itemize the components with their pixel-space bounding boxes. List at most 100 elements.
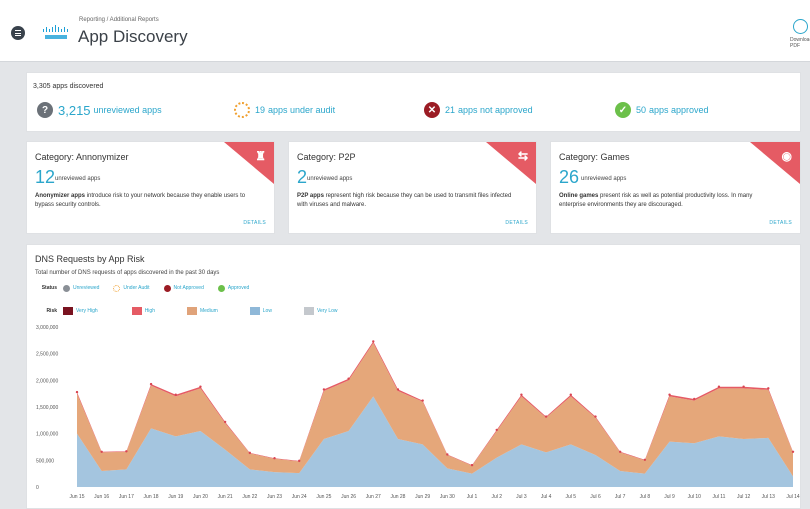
card-description: Anonymizer apps introduce risk to your n… [35, 192, 250, 210]
data-point[interactable] [569, 393, 572, 396]
data-point[interactable] [643, 458, 647, 461]
card-count-label: unreviewed apps [307, 176, 353, 182]
data-point[interactable] [668, 393, 671, 396]
app-header: Reporting / Additional Reports App Disco… [0, 0, 810, 62]
y-tick-label: 2,500,000 [36, 352, 58, 358]
y-tick-label: 3,000,000 [36, 325, 58, 331]
data-point[interactable] [791, 450, 795, 453]
card-title: Category: P2P [297, 152, 356, 162]
data-point[interactable] [322, 388, 326, 391]
card-count-label: unreviewed apps [55, 176, 101, 182]
card-description: P2P apps represent high risk because the… [297, 192, 512, 210]
stat-under-audit[interactable]: 19 apps under audit [234, 101, 335, 119]
x-tick-label: Jul 13 [762, 494, 776, 500]
card-count: 2 [297, 167, 308, 187]
card-desc-bold: Anonymizer apps [35, 193, 86, 199]
data-point[interactable] [421, 399, 424, 402]
x-tick-label: Jul 1 [467, 494, 478, 500]
data-point[interactable] [100, 450, 103, 453]
breadcrumb[interactable]: Reporting / Additional Reports [79, 17, 159, 23]
download-icon [793, 19, 808, 34]
x-tick-label: Jun 18 [144, 494, 159, 500]
category-card-anonymizer: ♜ Category: Annonymizer 12 unreviewed ap… [26, 141, 275, 234]
card-desc-text: represent high risk because they can be … [297, 193, 512, 208]
data-point[interactable] [223, 420, 227, 424]
x-tick-label: Jun 30 [440, 494, 455, 500]
approved-icon: ✓ [615, 102, 631, 118]
y-tick-label: 1,500,000 [36, 405, 58, 411]
details-link[interactable]: DETAILS [769, 220, 792, 226]
x-tick-label: Jul 12 [737, 494, 751, 500]
stat-count: 50 [636, 105, 647, 115]
x-tick-label: Jun 17 [119, 494, 134, 500]
transfer-icon: ⇆ [517, 149, 528, 163]
x-tick-label: Jul 11 [712, 494, 725, 500]
card-description: Online games present risk as well as pot… [559, 192, 774, 210]
not-approved-icon: ✕ [424, 102, 440, 118]
data-point[interactable] [298, 459, 301, 463]
y-tick-label: 1,000,000 [36, 432, 58, 438]
data-point[interactable] [75, 390, 79, 394]
data-point[interactable] [767, 387, 770, 390]
stat-approved[interactable]: ✓ 50 apps approved [615, 101, 709, 119]
x-tick-label: Jun 22 [242, 494, 257, 500]
data-point[interactable] [347, 377, 350, 380]
data-point[interactable] [273, 457, 276, 460]
data-point[interactable] [199, 385, 202, 388]
x-tick-label: Jun 15 [69, 494, 84, 500]
x-tick-label: Jul 2 [491, 494, 502, 500]
x-tick-label: Jun 20 [193, 494, 208, 500]
summary-panel: 3,305 apps discovered ? 3,215 unreviewed… [26, 72, 801, 132]
x-tick-label: Jun 19 [168, 494, 183, 500]
apps-discovered-count: 3,305 apps discovered [33, 83, 104, 90]
card-desc-bold: P2P apps [297, 193, 324, 199]
details-link[interactable]: DETAILS [243, 220, 266, 226]
gamepad-icon: ◉ [781, 149, 792, 163]
details-link[interactable]: DETAILS [505, 220, 528, 226]
y-tick-label: 2,000,000 [36, 378, 58, 384]
menu-icon[interactable] [11, 26, 25, 40]
data-point[interactable] [446, 453, 449, 456]
x-tick-label: Jul 3 [516, 494, 527, 500]
x-tick-label: Jun 24 [292, 494, 307, 500]
data-point[interactable] [174, 393, 177, 396]
data-point[interactable] [495, 428, 498, 432]
data-point[interactable] [693, 397, 696, 401]
data-point[interactable] [248, 451, 252, 455]
stat-count: 21 [445, 105, 456, 115]
data-point[interactable] [470, 463, 474, 467]
x-tick-label: Jul 6 [590, 494, 601, 500]
x-tick-label: Jun 16 [94, 494, 109, 500]
x-tick-label: Jun 23 [267, 494, 282, 500]
download-label: Download PDF [790, 37, 810, 49]
data-point[interactable] [742, 385, 745, 388]
data-point[interactable] [125, 450, 128, 453]
card-count: 26 [559, 167, 580, 187]
data-point[interactable] [717, 385, 721, 388]
x-tick-label: Jun 25 [316, 494, 331, 500]
data-point[interactable] [618, 450, 622, 453]
x-tick-label: Jul 5 [566, 494, 577, 500]
stat-not-approved[interactable]: ✕ 21 apps not approved [424, 101, 533, 119]
card-title: Category: Games [559, 152, 630, 162]
data-point[interactable] [372, 340, 375, 343]
card-count: 12 [35, 167, 56, 187]
card-desc-bold: Online games [559, 193, 599, 199]
x-tick-label: Jun 21 [218, 494, 233, 500]
data-point[interactable] [544, 415, 548, 418]
risk-corner [224, 142, 274, 184]
x-tick-label: Jun 27 [366, 494, 381, 500]
stat-label: apps approved [649, 105, 709, 115]
data-point[interactable] [594, 415, 597, 418]
data-point[interactable] [520, 393, 523, 396]
card-title: Category: Annonymizer [35, 152, 129, 162]
risk-corner [750, 142, 800, 184]
download-pdf-button[interactable]: Download PDF [790, 19, 810, 55]
stat-count: 19 [255, 105, 266, 115]
stat-unreviewed[interactable]: ? 3,215 unreviewed apps [37, 101, 162, 119]
cisco-logo [43, 25, 68, 39]
x-tick-label: Jun 26 [341, 494, 356, 500]
data-point[interactable] [396, 388, 400, 391]
data-point[interactable] [149, 382, 153, 386]
category-card-p2p: ⇆ Category: P2P 2 unreviewed apps P2P ap… [288, 141, 537, 234]
